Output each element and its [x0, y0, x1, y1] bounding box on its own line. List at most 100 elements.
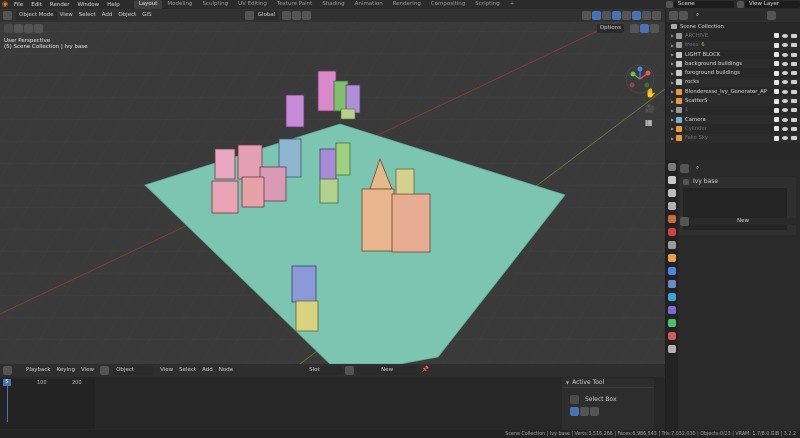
collection-tab-icon[interactable] [668, 241, 676, 249]
props-pin-icon[interactable] [640, 23, 649, 33]
filter-icon[interactable] [767, 11, 776, 20]
tab-texture-paint[interactable]: Texture Paint [272, 0, 318, 9]
visibility-eye-icon[interactable] [782, 43, 788, 48]
exclude-checkbox[interactable] [774, 70, 779, 76]
props-view-icon[interactable] [650, 23, 659, 33]
tab-sculpting[interactable]: Sculpting [197, 0, 233, 9]
visibility-eye-icon[interactable] [782, 136, 788, 141]
material-shading-icon[interactable] [642, 11, 651, 20]
exclude-checkbox[interactable] [774, 135, 779, 141]
mode-subtract-icon[interactable] [590, 406, 599, 416]
view-layer-tab-icon[interactable] [668, 202, 676, 210]
new-material-button[interactable]: New [690, 217, 796, 225]
tab-rendering[interactable]: Rendering [388, 0, 426, 9]
outliner-item[interactable]: ▶ Fake Sky [666, 133, 800, 143]
outliner-item[interactable]: ▶ Cylinder [666, 124, 800, 133]
output-tab-icon[interactable] [668, 189, 676, 197]
playback-menu[interactable]: Playback [23, 366, 54, 375]
solid-shading-icon[interactable] [632, 11, 641, 20]
visibility-eye-icon[interactable] [782, 89, 788, 94]
node-editor-icon[interactable] [100, 366, 110, 375]
select-mode-extend-icon[interactable] [24, 23, 33, 33]
node-select-menu[interactable]: Select [176, 366, 199, 375]
view-layer-selector[interactable]: View Layer [745, 1, 800, 8]
mode-dropdown[interactable]: Object Mode [16, 11, 57, 20]
mode-extend-icon[interactable] [580, 406, 589, 416]
menu-window[interactable]: Window [73, 2, 103, 8]
outliner-item[interactable]: ▶ 1 [666, 106, 800, 115]
gizmo-toggle-icon[interactable] [592, 11, 601, 20]
scene-collection-row[interactable]: Scene Collection [666, 22, 800, 31]
editor-type-icon[interactable] [3, 11, 12, 20]
render-camera-icon[interactable] [791, 108, 797, 113]
tab-animation[interactable]: Animation [350, 0, 388, 9]
tab-shading[interactable]: Shading [317, 0, 349, 9]
exclude-checkbox[interactable] [774, 42, 779, 48]
scene-tab-icon[interactable] [668, 215, 676, 223]
visibility-eye-icon[interactable] [782, 61, 788, 66]
mode-set-icon[interactable] [570, 406, 579, 416]
add-workspace-button[interactable]: + [505, 0, 520, 9]
world-tab-icon[interactable] [668, 228, 676, 236]
object-name-row[interactable]: Ivy base [680, 177, 796, 186]
3d-viewport[interactable]: ✋ 🎥 ▦ [0, 9, 665, 364]
menu-select[interactable]: Select [76, 11, 99, 20]
blender-logo-icon[interactable]: ◉ [0, 0, 10, 9]
orientation-dropdown[interactable]: Global [254, 11, 279, 20]
render-tab-icon[interactable] [668, 176, 676, 184]
current-frame-marker[interactable]: 5 [3, 379, 11, 386]
visibility-eye-icon[interactable] [782, 52, 788, 57]
exclude-checkbox[interactable] [774, 98, 779, 104]
data-tab-icon[interactable] [668, 319, 676, 327]
options-dropdown[interactable]: Options [596, 23, 624, 33]
camera-view-icon[interactable]: 🎥 [645, 104, 656, 113]
grid-icon[interactable]: ▦ [645, 118, 656, 127]
browse-material-icon[interactable] [680, 216, 689, 226]
object-tab-icon[interactable] [668, 254, 676, 262]
timeline-track[interactable]: 5 100 200 [0, 379, 95, 429]
render-camera-icon[interactable] [791, 71, 797, 76]
render-camera-icon[interactable] [791, 43, 797, 48]
outliner-item[interactable]: ▶ LIGHT BLOCK [666, 50, 800, 59]
render-camera-icon[interactable] [791, 80, 797, 85]
object-type-dropdown[interactable]: Object [113, 366, 154, 375]
menu-help[interactable]: Help [103, 2, 124, 8]
menu-gis[interactable]: GIS [139, 11, 154, 20]
physics-tab-icon[interactable] [668, 293, 676, 301]
browse-material-icon-2[interactable] [345, 366, 355, 375]
select-tool-icon[interactable] [4, 23, 13, 33]
exclude-checkbox[interactable] [774, 89, 779, 95]
particles-tab-icon[interactable] [668, 280, 676, 288]
hand-icon[interactable]: ✋ [645, 89, 656, 99]
scene-icon[interactable] [666, 1, 673, 8]
menu-object[interactable]: Object [115, 11, 139, 20]
display-mode-icon[interactable] [679, 11, 688, 20]
node-add-menu[interactable]: Add [199, 366, 216, 375]
menu-view[interactable]: View [57, 11, 76, 20]
tab-modeling[interactable]: Modeling [162, 0, 197, 9]
rendered-shading-icon[interactable] [652, 11, 661, 20]
scene-selector[interactable]: Scene [674, 1, 734, 8]
visibility-eye-icon[interactable] [782, 71, 788, 76]
tab-layout[interactable]: Layout [133, 0, 163, 9]
outliner-item[interactable]: ▶ rocks [666, 77, 800, 88]
exclude-checkbox[interactable] [774, 107, 779, 113]
visibility-eye-icon[interactable] [782, 99, 788, 104]
render-camera-icon[interactable] [791, 33, 797, 38]
constraints-tab-icon[interactable] [668, 306, 676, 314]
modifier-tab-icon[interactable] [668, 267, 676, 275]
menu-file[interactable]: File [10, 2, 27, 8]
tab-scripting[interactable]: Scripting [470, 0, 504, 9]
exclude-checkbox[interactable] [774, 79, 779, 85]
render-camera-icon[interactable] [791, 126, 797, 131]
select-mode-subtract-icon[interactable] [34, 23, 43, 33]
menu-add[interactable]: Add [99, 11, 116, 20]
properties-editor-icon[interactable] [680, 163, 689, 173]
timeline-editor-icon[interactable] [3, 366, 12, 375]
render-camera-icon[interactable] [791, 89, 797, 94]
outliner-item[interactable]: ▶ ScatterS [666, 96, 800, 106]
visibility-icon[interactable] [582, 11, 591, 20]
outliner-item[interactable]: ▶ trees 6 [666, 40, 800, 50]
snap-icon[interactable] [292, 11, 302, 20]
outliner-item[interactable]: ▶ Camera [666, 114, 800, 125]
